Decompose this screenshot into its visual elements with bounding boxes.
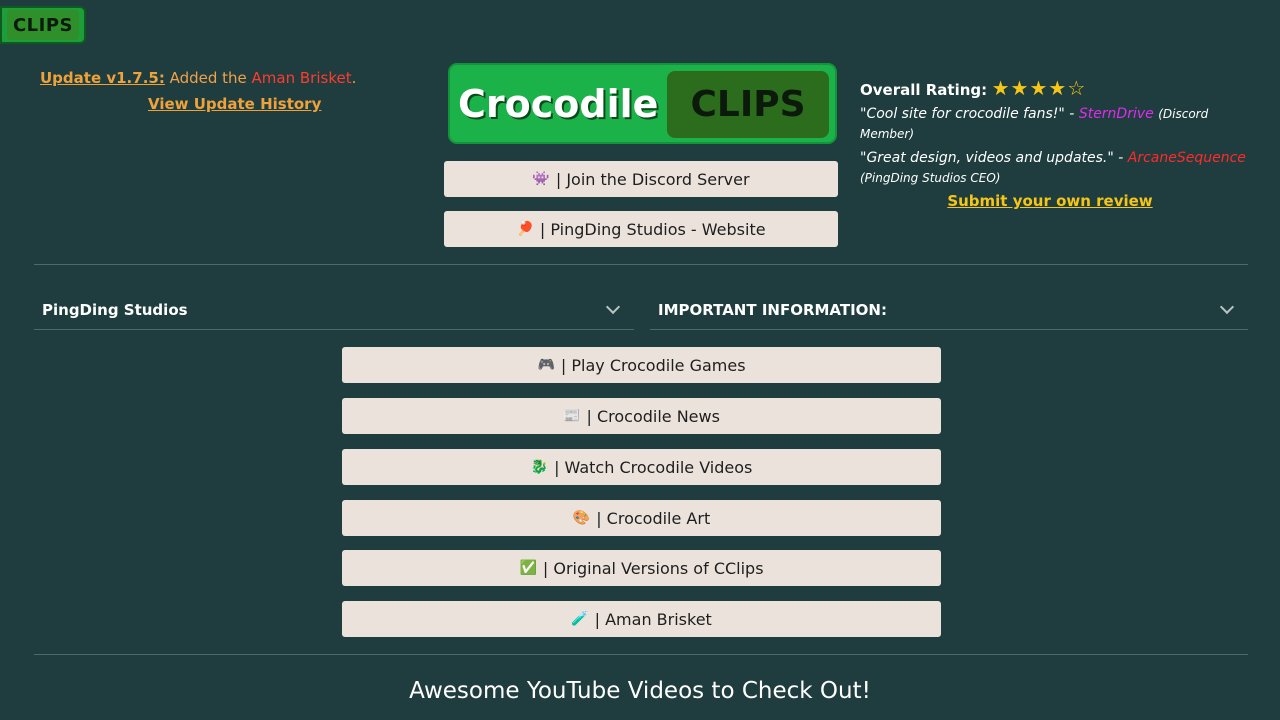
divider-top	[34, 264, 1248, 265]
star-rating-icon: ★★★★☆	[991, 76, 1087, 100]
ping-pong-icon: 🏓	[516, 221, 534, 237]
check-mark-icon: ✅	[519, 560, 537, 576]
review-2-name: ArcaneSequence	[1127, 150, 1246, 166]
pingding-website-button-label: | PingDing Studios - Website	[539, 219, 766, 239]
discord-button-label: | Join the Discord Server	[555, 169, 750, 189]
aman-brisket-label: | Aman Brisket	[594, 609, 712, 629]
watch-videos-button[interactable]: 🐉 | Watch Crocodile Videos	[342, 449, 941, 485]
original-versions-button[interactable]: ✅ | Original Versions of CClips	[342, 550, 941, 586]
potion-icon: 🧪	[571, 611, 589, 627]
crocodile-news-label: | Crocodile News	[586, 406, 720, 426]
alien-monster-icon: 👾	[532, 171, 550, 187]
update-text-before: Added the	[164, 69, 252, 87]
divider-bottom	[34, 654, 1248, 655]
crocodile-art-button[interactable]: 🎨 | Crocodile Art	[342, 500, 941, 536]
update-notice: Update v1.7.5: Added the Aman Brisket. V…	[40, 69, 420, 113]
palette-icon: 🎨	[572, 510, 591, 526]
pingding-website-button[interactable]: 🏓 | PingDing Studios - Website	[444, 211, 838, 247]
update-version-link[interactable]: Update v1.7.5:	[40, 69, 165, 87]
chevron-down-icon	[1219, 299, 1235, 314]
watch-videos-label: | Watch Crocodile Videos	[554, 457, 753, 477]
newspaper-icon: 📰	[563, 408, 581, 424]
game-controller-icon: 🎮	[537, 357, 555, 373]
review-1-name: SternDrive	[1078, 106, 1154, 122]
crocodile-art-label: | Crocodile Art	[596, 508, 711, 528]
submit-review-link[interactable]: Submit your own review	[860, 192, 1240, 210]
logo-clips: CLIPS	[690, 84, 806, 125]
youtube-section-title: Awesome YouTube Videos to Check Out!	[409, 678, 871, 704]
update-text-after: .	[351, 69, 357, 87]
main-logo: Crocodile CLIPS	[448, 63, 837, 144]
section-important-info[interactable]: IMPORTANT INFORMATION:	[650, 290, 1248, 330]
discord-button[interactable]: 👾 | Join the Discord Server	[444, 161, 838, 197]
section-important-label: IMPORTANT INFORMATION:	[658, 300, 887, 319]
rating-panel: Overall Rating: ★★★★☆ "Cool site for cro…	[860, 76, 1250, 210]
dragon-icon: 🐉	[530, 459, 549, 475]
section-pingding-studios[interactable]: PingDing Studios	[34, 290, 634, 330]
review-1: "Cool site for crocodile fans!" - SternD…	[860, 104, 1250, 144]
review-2-quote: "Great design, videos and updates." -	[860, 150, 1128, 166]
play-games-button[interactable]: 🎮 | Play Crocodile Games	[342, 347, 941, 383]
original-versions-label: | Original Versions of CClips	[542, 558, 764, 578]
review-2: "Great design, videos and updates." - Ar…	[860, 148, 1250, 188]
aman-brisket-button[interactable]: 🧪 | Aman Brisket	[342, 601, 941, 637]
review-1-quote: "Cool site for crocodile fans!" -	[860, 106, 1079, 122]
logo-clips-box: CLIPS	[667, 71, 829, 138]
review-2-role: (PingDing Studios CEO)	[860, 171, 1001, 185]
corner-logo-text: CLIPS	[7, 10, 79, 40]
section-pingding-label: PingDing Studios	[42, 300, 188, 319]
play-games-label: | Play Crocodile Games	[560, 355, 746, 375]
chevron-down-icon	[605, 299, 621, 314]
view-update-history-link[interactable]: View Update History	[148, 95, 420, 113]
corner-logo[interactable]: CLIPS	[0, 6, 86, 44]
update-highlight: Aman Brisket	[251, 69, 352, 87]
crocodile-news-button[interactable]: 📰 | Crocodile News	[342, 398, 941, 434]
rating-label: Overall Rating:	[860, 81, 988, 99]
logo-word: Crocodile	[458, 81, 659, 126]
